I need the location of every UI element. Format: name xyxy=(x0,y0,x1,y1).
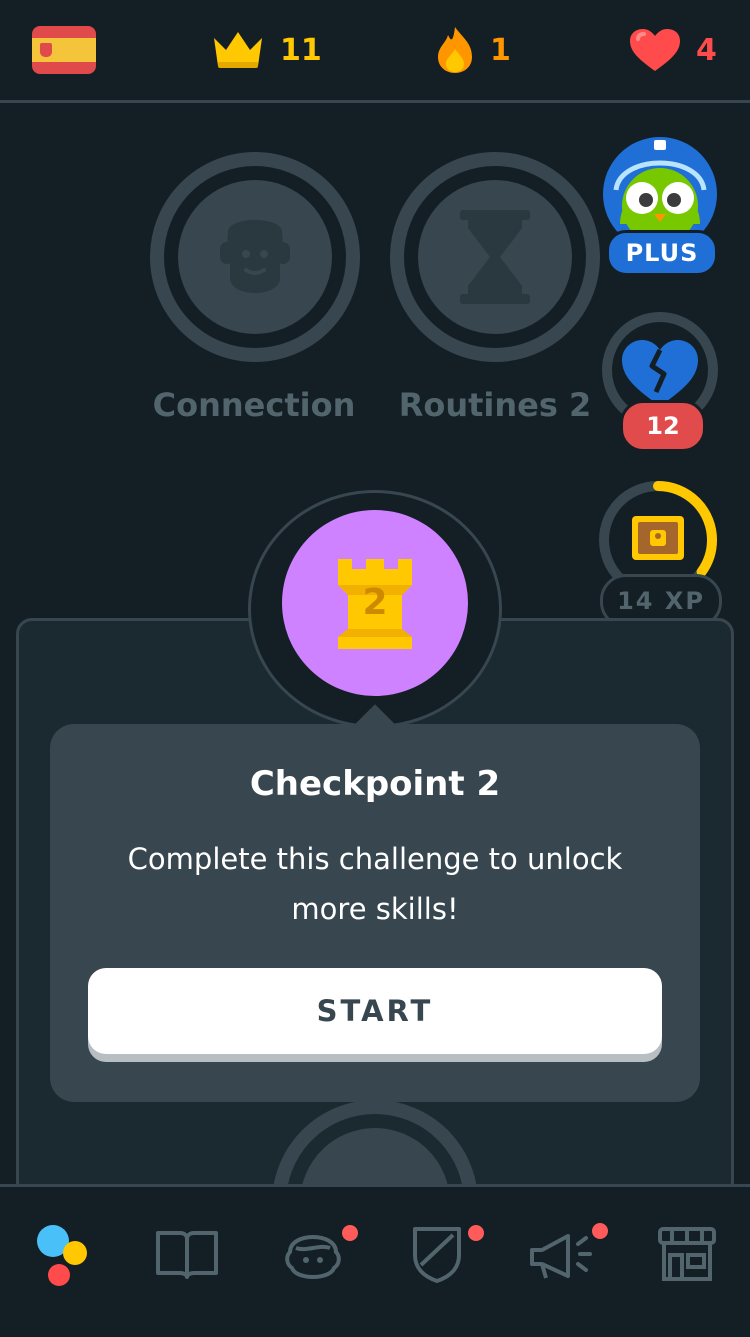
crowns-stat[interactable]: 11 xyxy=(210,22,322,78)
popup-description: Complete this challenge to unlock more s… xyxy=(127,842,623,926)
streak-count: 1 xyxy=(490,32,511,68)
book-icon xyxy=(156,1231,218,1279)
leaderboard-notification-dot xyxy=(468,1225,484,1241)
popup-title: Checkpoint 2 xyxy=(249,764,501,804)
person-face-icon xyxy=(220,220,290,293)
shield-icon xyxy=(413,1227,461,1283)
nav-shop[interactable] xyxy=(642,1209,732,1299)
nav-profile[interactable] xyxy=(268,1209,358,1299)
skill-connection[interactable] xyxy=(150,152,360,362)
profile-icon xyxy=(285,1235,341,1279)
nav-learn[interactable] xyxy=(18,1209,108,1299)
checkpoint-number: 2 xyxy=(362,582,388,623)
nav-news[interactable] xyxy=(518,1209,608,1299)
bottom-nav xyxy=(0,1184,750,1337)
start-button[interactable]: START xyxy=(88,968,662,1054)
plus-badge[interactable]: PLUS xyxy=(606,230,718,276)
hearts-stat[interactable]: 4 xyxy=(628,22,717,78)
skill-label-routines-2: Routines 2 xyxy=(398,386,592,424)
hearts-count: 4 xyxy=(696,32,717,68)
checkpoint-popup: Checkpoint 2 Complete this challenge to … xyxy=(50,704,700,1102)
profile-notification-dot xyxy=(342,1225,358,1241)
nav-stories[interactable] xyxy=(142,1209,232,1299)
nav-leaderboard[interactable] xyxy=(392,1209,484,1299)
flame-icon xyxy=(438,27,472,73)
megaphone-icon xyxy=(530,1234,592,1279)
top-bar: 11 1 4 xyxy=(0,0,750,103)
shop-icon xyxy=(658,1227,716,1281)
treasure-chest-icon xyxy=(632,516,684,560)
learn-dots-icon xyxy=(37,1225,87,1286)
hearts-refill-count: 12 xyxy=(620,400,706,452)
spain-flag-icon[interactable] xyxy=(32,26,96,74)
streak-stat[interactable]: 1 xyxy=(434,22,511,78)
hourglass-icon xyxy=(460,210,530,304)
skill-label-connection: Connection xyxy=(152,386,356,424)
heart-icon xyxy=(630,29,680,71)
crowns-count: 11 xyxy=(280,32,322,68)
checkpoint-button[interactable]: 2 xyxy=(282,510,468,696)
news-notification-dot xyxy=(592,1223,608,1239)
crown-icon xyxy=(214,32,262,68)
skill-routines-2[interactable] xyxy=(390,152,600,362)
